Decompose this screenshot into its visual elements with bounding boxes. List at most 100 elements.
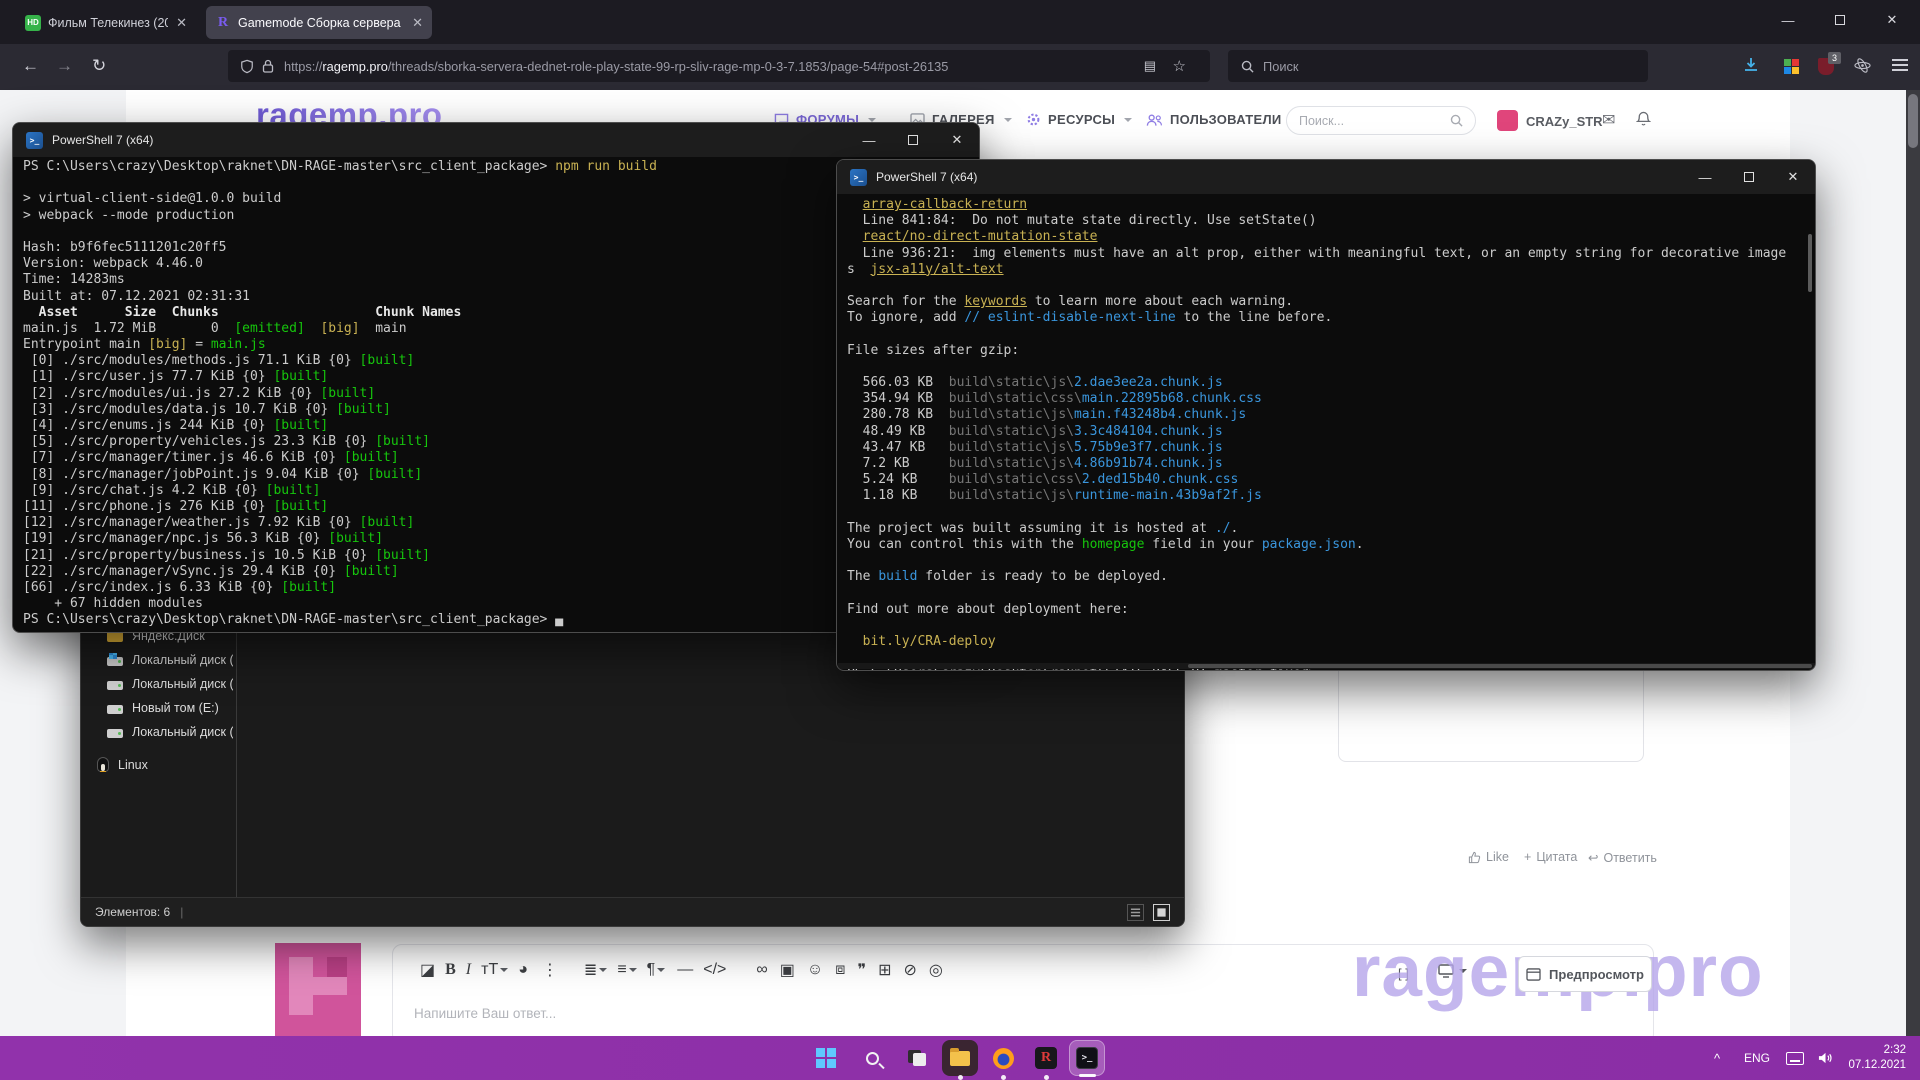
inline-spoiler-icon[interactable]: ◎ — [929, 960, 943, 980]
minimize-button[interactable]: — — [847, 123, 891, 157]
title-bar[interactable]: >_ PowerShell 7 (x64) — [13, 123, 979, 157]
reload-button[interactable]: ↻ — [92, 56, 106, 76]
bbcode-toggle-button[interactable]: [ ] — [1398, 966, 1409, 981]
more-options-icon[interactable]: ⋮ — [542, 960, 558, 980]
taskbar-search-button[interactable] — [854, 1040, 890, 1076]
taskbar-firefox-button[interactable] — [985, 1040, 1021, 1076]
task-view-button[interactable] — [899, 1040, 935, 1076]
messages-envelope-icon[interactable]: ✉ — [1602, 110, 1615, 130]
bullet-list-icon[interactable]: ≣ — [584, 960, 607, 980]
nav-resources[interactable]: РЕСУРСЫ — [1026, 112, 1132, 127]
forum-search-input[interactable]: Поиск... — [1286, 106, 1476, 135]
user-avatar[interactable] — [1497, 110, 1518, 131]
explorer-item-3[interactable]: Локальный диск (D:) — [107, 677, 233, 691]
quote-button[interactable]: + Цитата — [1524, 850, 1577, 864]
extension-icon-tile — [1784, 67, 1791, 74]
taskbar-explorer-button[interactable] — [942, 1040, 978, 1076]
explorer-item-2[interactable]: Локальный диск (C:) — [107, 653, 233, 667]
url-bar[interactable]: https://ragemp.pro/threads/sborka-server… — [228, 50, 1210, 82]
terminal-line — [23, 175, 657, 191]
italic-icon[interactable]: I — [466, 961, 471, 979]
nav-users[interactable]: ПОЛЬЗОВАТЕЛИ — [1146, 112, 1299, 127]
powershell-window-right[interactable]: >_ PowerShell 7 (x64) — ✕ array-callback… — [836, 159, 1816, 671]
explorer-item-6[interactable]: Linux — [97, 757, 223, 772]
back-button[interactable]: ← — [22, 56, 39, 76]
media-icon[interactable]: ⧈ — [835, 961, 845, 979]
browser-tab-film[interactable]: HD Фильм Телекинез (2013) смотр ✕ — [16, 6, 196, 39]
preview-button[interactable]: Предпросмотр — [1518, 956, 1652, 992]
tab-close-icon[interactable]: ✕ — [412, 15, 423, 31]
scrollbar-thumb[interactable] — [1908, 94, 1918, 148]
smiley-icon[interactable]: ☺ — [807, 961, 823, 979]
minimize-button[interactable]: — — [1683, 160, 1727, 194]
downloads-icon[interactable] — [1742, 56, 1760, 74]
code-icon[interactable]: </> — [703, 961, 726, 979]
taskbar-terminal-button[interactable]: >_ — [1069, 1040, 1105, 1076]
bookmark-star-icon[interactable]: ☆ — [1173, 57, 1186, 75]
tray-language[interactable]: ENG — [1744, 1036, 1770, 1080]
search-icon — [1241, 60, 1254, 73]
large-icons-view-icon[interactable] — [1153, 904, 1170, 921]
tray-chevron-up[interactable]: ^ — [1714, 1036, 1720, 1080]
terminal-line: [11] ./src/phone.js 276 KiB {0} [built] — [23, 499, 657, 515]
extension-icon-tile — [1792, 59, 1799, 66]
username[interactable]: CRAZy_STR — [1526, 114, 1603, 129]
reader-view-icon[interactable]: ▤ — [1144, 58, 1156, 74]
inline-spoiler-icon: ◎ — [929, 960, 943, 980]
start-button[interactable] — [808, 1040, 844, 1076]
terminal-text: To ignore, add — [847, 310, 964, 325]
window-buttons: — ✕ — [1683, 160, 1815, 194]
table-icon[interactable]: ⊞ — [878, 960, 891, 980]
window-maximize-button[interactable] — [1818, 0, 1862, 40]
tray-touch-keyboard-icon[interactable] — [1786, 1036, 1804, 1080]
link-icon[interactable]: ∞ — [756, 961, 767, 979]
close-button[interactable]: ✕ — [935, 123, 979, 157]
tab-close-icon[interactable]: ✕ — [176, 15, 187, 31]
menu-hamburger-icon[interactable] — [1892, 59, 1908, 71]
terminal-text: [3] ./src/modules/data.js 10.7 KiB {0} — [23, 402, 336, 417]
explorer-item-5[interactable]: Локальный диск (F:) — [107, 725, 233, 739]
extension-icon[interactable] — [1784, 59, 1799, 74]
maximize-button[interactable] — [891, 123, 935, 157]
browser-tab-gamemode[interactable]: R Gamemode Сборка сервера DE ✕ — [206, 6, 432, 39]
page-scrollbar[interactable] — [1906, 90, 1920, 1036]
vertical-scrollbar-thumb[interactable] — [1808, 234, 1812, 292]
devtools-atom-icon[interactable] — [1854, 57, 1871, 74]
close-button[interactable]: ✕ — [1771, 160, 1815, 194]
browser-search-bar[interactable]: Поиск — [1228, 50, 1648, 82]
remove-format-icon[interactable]: ◪ — [420, 960, 435, 980]
window-close-button[interactable]: ✕ — [1870, 0, 1914, 40]
tray-volume-icon[interactable] — [1818, 1036, 1833, 1080]
horizontal-rule-icon[interactable]: — — [677, 961, 693, 979]
window-minimize-button[interactable]: — — [1766, 0, 1810, 40]
list-view-toggle[interactable] — [1127, 904, 1144, 921]
align-icon[interactable]: ≡ — [617, 961, 636, 979]
image-icon[interactable]: ▣ — [780, 960, 795, 980]
reply-button[interactable]: ↩ Ответить — [1588, 850, 1657, 865]
preview-mode-button[interactable] — [1438, 964, 1467, 978]
spoiler-icon[interactable]: ⊘ — [903, 960, 916, 980]
like-button[interactable]: Like — [1468, 850, 1509, 864]
terminal-text: . — [1231, 521, 1239, 536]
terminal-line: [1] ./src/user.js 77.7 KiB {0} [built] — [23, 369, 657, 385]
explorer-item-4[interactable]: Новый том (E:) — [107, 701, 233, 715]
font-size-icon[interactable]: тT — [481, 961, 508, 979]
powershell-window-left[interactable]: >_ PowerShell 7 (x64) — ✕ PS C:\Users\cr… — [12, 122, 980, 633]
taskbar-ragemp-button[interactable]: R — [1028, 1040, 1064, 1076]
lock-icon[interactable] — [262, 59, 274, 73]
horizontal-scrollbar[interactable] — [838, 663, 1816, 669]
bold-icon[interactable]: B — [445, 961, 456, 979]
maximize-button[interactable] — [1727, 160, 1771, 194]
alerts-bell-icon[interactable] — [1636, 111, 1651, 127]
tracking-shield-icon[interactable] — [240, 59, 254, 74]
title-bar[interactable]: >_ PowerShell 7 (x64) — [837, 160, 1815, 194]
paragraph-icon[interactable]: ¶ — [647, 961, 666, 979]
forward-button[interactable]: → — [56, 56, 73, 76]
quote-icon[interactable]: ❞ — [857, 960, 866, 980]
details-view-icon[interactable] — [1127, 904, 1144, 921]
terminal-text: [9] ./src/chat.js 4.2 KiB {0} — [23, 483, 266, 498]
thumbnail-view-toggle[interactable] — [1153, 904, 1170, 921]
text-color-icon[interactable]: ◕ — [518, 961, 528, 979]
tray-clock[interactable]: 2:32 07.12.2021 — [1840, 1043, 1906, 1073]
horizontal-scrollbar-thumb[interactable] — [1188, 664, 1812, 668]
